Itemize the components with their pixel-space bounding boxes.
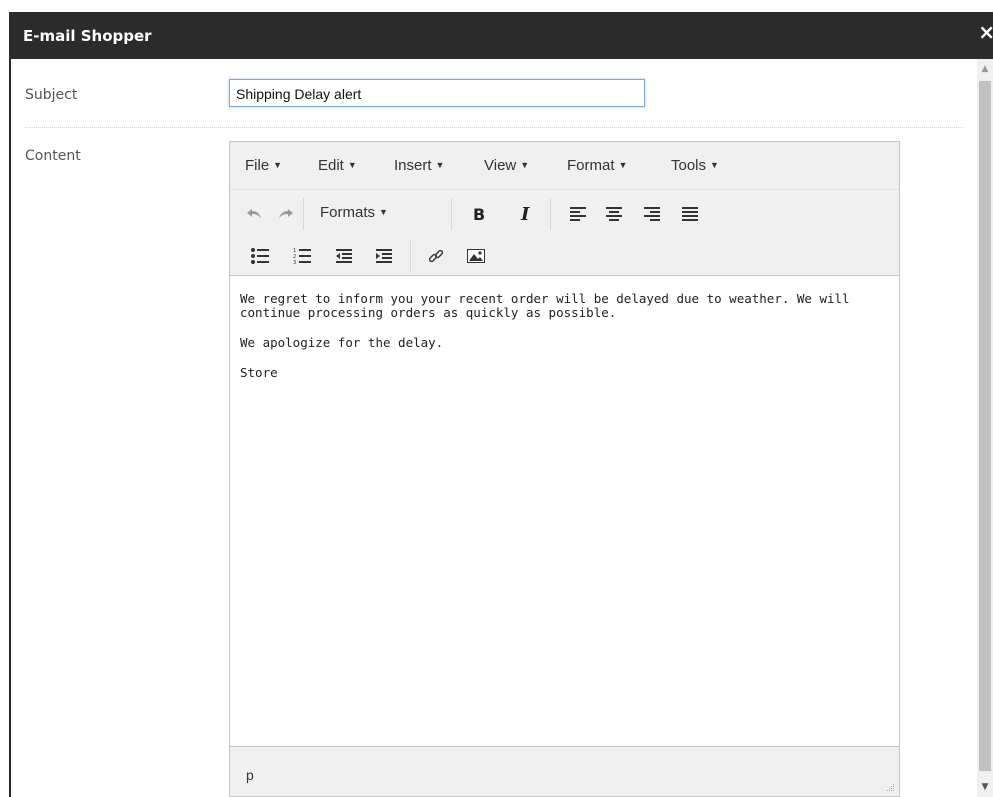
toolbar-separator (550, 198, 551, 230)
content-paragraph: Store (240, 365, 278, 380)
menu-format[interactable]: Format ▼ (567, 157, 627, 174)
indent-icon[interactable] (370, 242, 398, 270)
subject-label: Subject (25, 87, 78, 103)
dialog-titlebar: E-mail Shopper × (9, 12, 993, 59)
link-icon[interactable] (422, 242, 450, 270)
align-justify-icon[interactable] (676, 200, 704, 228)
align-left-icon[interactable] (564, 200, 592, 228)
toolbar-separator (410, 240, 411, 272)
svg-text:3: 3 (293, 260, 296, 264)
caret-down-icon: ▼ (435, 160, 445, 170)
row-divider (25, 127, 963, 128)
caret-down-icon: ▼ (273, 160, 283, 170)
italic-icon[interactable]: I (512, 200, 540, 228)
numbered-list-icon[interactable]: 123 (288, 242, 316, 270)
menu-insert[interactable]: Insert ▼ (394, 157, 444, 174)
scroll-up-arrow-icon[interactable]: ▲ (977, 59, 993, 79)
outdent-icon[interactable] (330, 242, 358, 270)
editor-toolbar: Formats ▼ B I 1 2 3 (230, 190, 899, 276)
content-label: Content (25, 148, 81, 164)
caret-down-icon: ▼ (618, 160, 628, 170)
content-paragraph: We regret to inform you your recent orde… (240, 291, 850, 320)
scrollbar-thumb[interactable] (979, 81, 991, 771)
window-top-margin (0, 0, 993, 12)
menu-tools-label: Tools (671, 157, 707, 174)
redo-icon[interactable] (272, 200, 300, 228)
menu-insert-label: Insert (394, 157, 432, 174)
formats-label: Formats (320, 204, 376, 221)
image-icon[interactable] (462, 242, 490, 270)
menu-format-label: Format (567, 157, 615, 174)
close-icon[interactable]: × (978, 22, 993, 42)
bullet-list-icon[interactable] (246, 242, 274, 270)
formats-dropdown[interactable]: Formats ▼ (320, 204, 388, 221)
element-path[interactable]: p (246, 767, 254, 783)
scroll-down-arrow-icon[interactable]: ▼ (977, 777, 993, 797)
dialog-scrollbar[interactable]: ▲ ▼ (977, 59, 993, 797)
menu-edit-label: Edit (318, 157, 344, 174)
align-right-icon[interactable] (638, 200, 666, 228)
menu-edit[interactable]: Edit ▼ (318, 157, 357, 174)
editor-menubar: File ▼ Edit ▼ Insert ▼ View ▼ Format ▼ Tools ▼ (230, 142, 899, 190)
editor-content-area[interactable]: We regret to inform you your recent orde… (230, 276, 899, 746)
rich-text-editor: File ▼ Edit ▼ Insert ▼ View ▼ Format ▼ Tools ▼… (229, 141, 900, 797)
toolbar-separator (303, 198, 304, 230)
undo-icon[interactable] (240, 200, 268, 228)
caret-down-icon: ▼ (347, 160, 357, 170)
resize-grip-icon[interactable] (885, 782, 895, 792)
svg-text:I: I (520, 205, 530, 223)
caret-down-icon: ▼ (520, 160, 530, 170)
content-paragraph: We apologize for the delay. (240, 335, 444, 350)
toolbar-separator (451, 198, 452, 230)
subject-input[interactable]: Shipping Delay alert (229, 79, 645, 107)
dialog-body: Subject Shipping Delay alert Content Fil… (11, 59, 977, 797)
menu-file[interactable]: File ▼ (245, 157, 282, 174)
menu-view-label: View (484, 157, 517, 174)
svg-text:B: B (473, 205, 485, 223)
bold-icon[interactable]: B (464, 200, 492, 228)
caret-down-icon: ▼ (379, 207, 388, 217)
editor-statusbar: p (230, 746, 899, 796)
caret-down-icon: ▼ (710, 160, 719, 170)
menu-file-label: File (245, 157, 270, 174)
menu-tools[interactable]: Tools ▼ (671, 157, 719, 174)
dialog-title: E-mail Shopper (23, 27, 152, 45)
align-center-icon[interactable] (600, 200, 628, 228)
menu-view[interactable]: View ▼ (484, 157, 529, 174)
